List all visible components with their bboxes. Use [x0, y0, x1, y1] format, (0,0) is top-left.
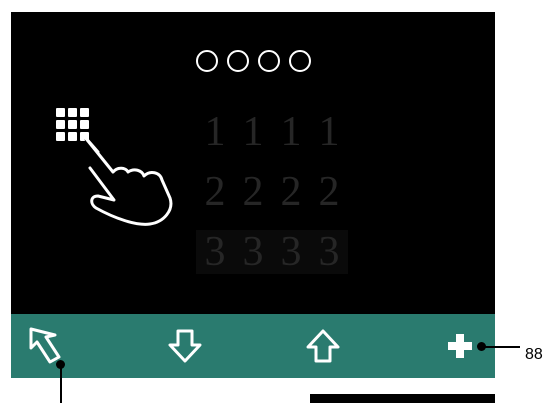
- digit-cell[interactable]: 1: [310, 110, 348, 154]
- digit-cell[interactable]: 1: [272, 110, 310, 154]
- digit-grid: 1 1 1 1 2 2 2 2 3 3 3 3: [196, 110, 348, 274]
- digit-cell[interactable]: 2: [272, 170, 310, 214]
- digit-cell[interactable]: 2: [196, 170, 234, 214]
- digit-cell[interactable]: 1: [196, 110, 234, 154]
- digit-cell[interactable]: 3: [196, 230, 234, 274]
- pin-indicator: [196, 50, 311, 72]
- digit-cell[interactable]: 2: [310, 170, 348, 214]
- keypad-touch-icon: [56, 108, 186, 238]
- toolbar: [11, 314, 495, 378]
- digit-cell[interactable]: 3: [234, 230, 272, 274]
- arrow-down-button[interactable]: [163, 314, 207, 378]
- digit-cell[interactable]: 1: [234, 110, 272, 154]
- digit-cell[interactable]: 3: [310, 230, 348, 274]
- digit-cell[interactable]: 3: [272, 230, 310, 274]
- pin-circle: [227, 50, 249, 72]
- callout-leader-line: [60, 364, 62, 403]
- pin-circle: [258, 50, 280, 72]
- arrow-down-icon: [168, 329, 202, 363]
- plus-button[interactable]: [443, 314, 477, 378]
- device-screen: 1 1 1 1 2 2 2 2 3 3 3 3: [11, 12, 495, 314]
- pin-circle: [289, 50, 311, 72]
- callout-label: 88: [525, 346, 543, 363]
- bottom-bar: [310, 394, 495, 403]
- callout-leader-line: [482, 346, 520, 348]
- arrow-up-button[interactable]: [301, 314, 345, 378]
- pin-circle: [196, 50, 218, 72]
- arrow-up-icon: [306, 329, 340, 363]
- plus-icon: [448, 334, 472, 358]
- digit-cell[interactable]: 2: [234, 170, 272, 214]
